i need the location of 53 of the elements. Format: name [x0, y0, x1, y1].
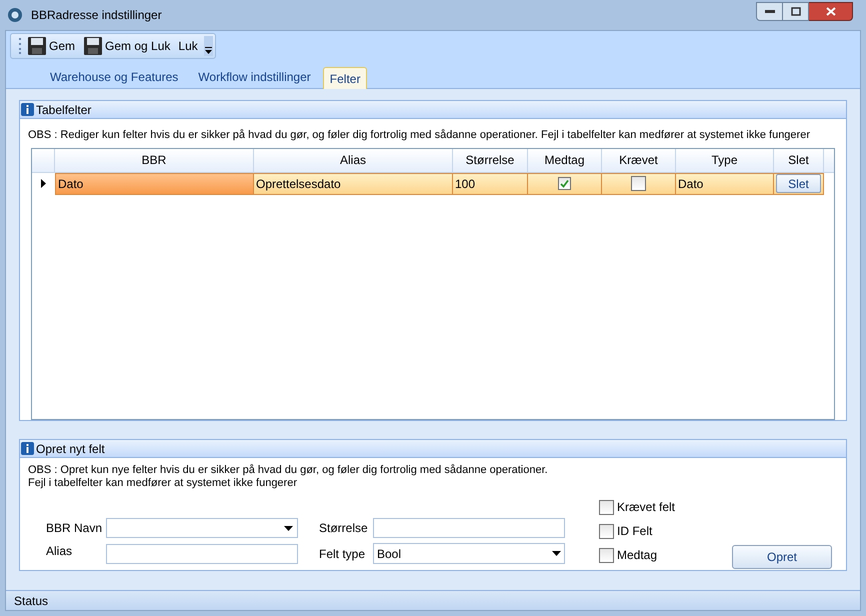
close-button[interactable]: [809, 2, 853, 20]
toolbar-button[interactable]: Luk: [176, 37, 200, 55]
close-icon: [826, 6, 836, 16]
field-type-dropdown[interactable]: Bool: [373, 543, 565, 564]
checkbox-label: ID Felt: [617, 523, 652, 540]
field-label: Størrelse: [319, 520, 369, 537]
app-icon: [7, 7, 23, 23]
minimize-button[interactable]: [756, 2, 783, 20]
column-header: Type: [676, 148, 774, 172]
maximize-button[interactable]: [783, 2, 809, 20]
toolbar-button[interactable]: Gem og Luk: [81, 36, 172, 56]
table-cell: Dato: [676, 172, 774, 194]
check-icon: [560, 179, 569, 188]
create-button[interactable]: Opret: [732, 545, 832, 569]
warning-text: Fejl i tabelfelter kan medfører at systemet ikke fungerer: [28, 477, 298, 490]
table-cell: Dato: [55, 172, 254, 194]
column-header: Størrelse: [453, 148, 528, 172]
status-text: Status: [14, 592, 48, 610]
field-label: BBR Navn: [46, 520, 104, 537]
overflow-icon: [204, 36, 213, 56]
warning-text: OBS : Opret kun nye felter hvis du er sikker på hvad du gør, og føler dig fortrolig med sådanne operationer.: [28, 464, 549, 477]
dropdown-caret-icon: [284, 526, 293, 530]
tab[interactable]: Workflow indstillinger: [190, 66, 319, 88]
warning-text: OBS : Rediger kun felter hvis du er sikker på hvad du gør, og føler dig fortrolig med sådanne operationer. Fejl i tabelfelter kan medfører at systemet ikke fungerer: [27, 128, 811, 143]
checkbox[interactable]: [599, 524, 614, 538]
column-header: Medtag: [528, 148, 602, 172]
checkbox-label: Krævet felt: [617, 499, 676, 516]
column-header: Alias: [254, 148, 453, 172]
checkbox-label: Medtag: [617, 547, 658, 564]
panel-title: Opret nyt felt: [36, 440, 105, 458]
dropdown-caret-icon: [552, 551, 561, 556]
field-label: Alias: [46, 542, 74, 560]
alias-field[interactable]: [106, 544, 298, 564]
checkbox[interactable]: [631, 176, 646, 191]
tab[interactable]: Felter: [322, 67, 368, 89]
column-header: BBR: [55, 148, 254, 172]
window-title: BBRadresse indstillinger: [31, 7, 162, 24]
delete-button[interactable]: Slet: [776, 174, 821, 193]
checkbox[interactable]: [599, 500, 614, 514]
toolbar-button[interactable]: Gem: [25, 36, 78, 56]
minimize-icon: [764, 9, 774, 13]
checkbox[interactable]: [558, 177, 571, 190]
table-cell: Oprettelsesdato: [254, 172, 453, 194]
dropdown-value: Bool: [377, 546, 402, 562]
maximize-icon: [790, 6, 800, 16]
size-field[interactable]: [373, 518, 565, 538]
column-header: Slet: [774, 148, 824, 172]
panel-title: Tabelfelter: [36, 102, 92, 118]
tab[interactable]: Warehouse og Features: [42, 66, 186, 88]
table-cell: 100: [453, 172, 528, 194]
field-label: Felt type: [319, 546, 366, 562]
checkbox[interactable]: [599, 548, 614, 562]
column-header: Krævet: [602, 148, 676, 172]
